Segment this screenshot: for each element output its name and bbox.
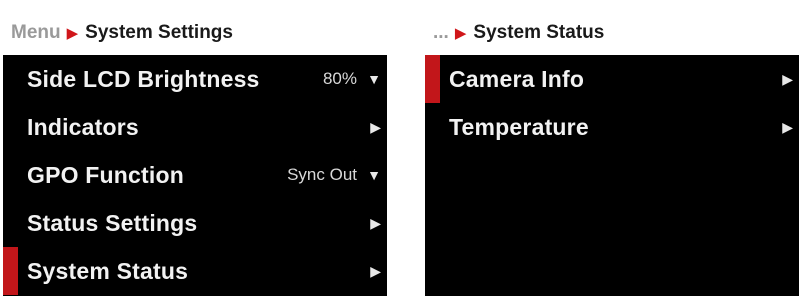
breadcrumb: ... ▶ System Status	[425, 10, 799, 55]
menu-item-label: Temperature	[449, 113, 589, 140]
chevron-right-icon: ▶	[370, 214, 381, 231]
menu-item-label: GPO Function	[27, 161, 184, 188]
menu-item-label: Status Settings	[27, 209, 198, 236]
menu-item-temperature[interactable]: Temperature ▶	[425, 103, 799, 151]
breadcrumb-current: System Settings	[85, 21, 233, 43]
menu-item-status-settings[interactable]: Status Settings ▶	[3, 199, 387, 247]
menu-item-indicators[interactable]: Indicators ▶	[3, 103, 387, 151]
menu-item-label: Indicators	[27, 113, 139, 140]
chevron-right-icon: ▶	[782, 70, 793, 87]
breadcrumb-current: System Status	[473, 21, 605, 43]
chevron-right-icon: ▶	[370, 262, 381, 279]
breadcrumb-arrow-icon: ▶	[66, 24, 79, 42]
menu-item-label: System Status	[27, 257, 189, 284]
menu-item-value: 80%	[322, 69, 357, 88]
chevron-down-icon: ▼	[367, 71, 381, 87]
system-settings-menu: Menu ▶ System Settings Side LCD Brightne…	[3, 10, 387, 296]
breadcrumb-arrow-icon: ▶	[454, 24, 467, 42]
breadcrumb-ellipsis[interactable]: ...	[433, 22, 449, 44]
selection-indicator	[425, 55, 440, 103]
chevron-right-icon: ▶	[782, 118, 793, 135]
system-status-menu: ... ▶ System Status Camera Info ▶ Temper…	[425, 10, 799, 296]
menu-item-label: Side LCD Brightness	[27, 65, 260, 92]
menu-item-label: Camera Info	[449, 65, 585, 92]
menu-item-gpo-function[interactable]: GPO Function Sync Out ▼	[3, 151, 387, 199]
menu-item-camera-info[interactable]: Camera Info ▶	[425, 55, 799, 103]
breadcrumb: Menu ▶ System Settings	[3, 10, 387, 55]
menu-item-value: Sync Out	[287, 165, 357, 184]
chevron-down-icon: ▼	[367, 167, 381, 183]
menu-item-system-status[interactable]: System Status ▶	[3, 247, 387, 295]
selection-indicator	[3, 247, 18, 295]
chevron-right-icon: ▶	[370, 118, 381, 135]
breadcrumb-root[interactable]: Menu	[11, 22, 61, 44]
menu-item-side-lcd-brightness[interactable]: Side LCD Brightness 80% ▼	[3, 55, 387, 103]
